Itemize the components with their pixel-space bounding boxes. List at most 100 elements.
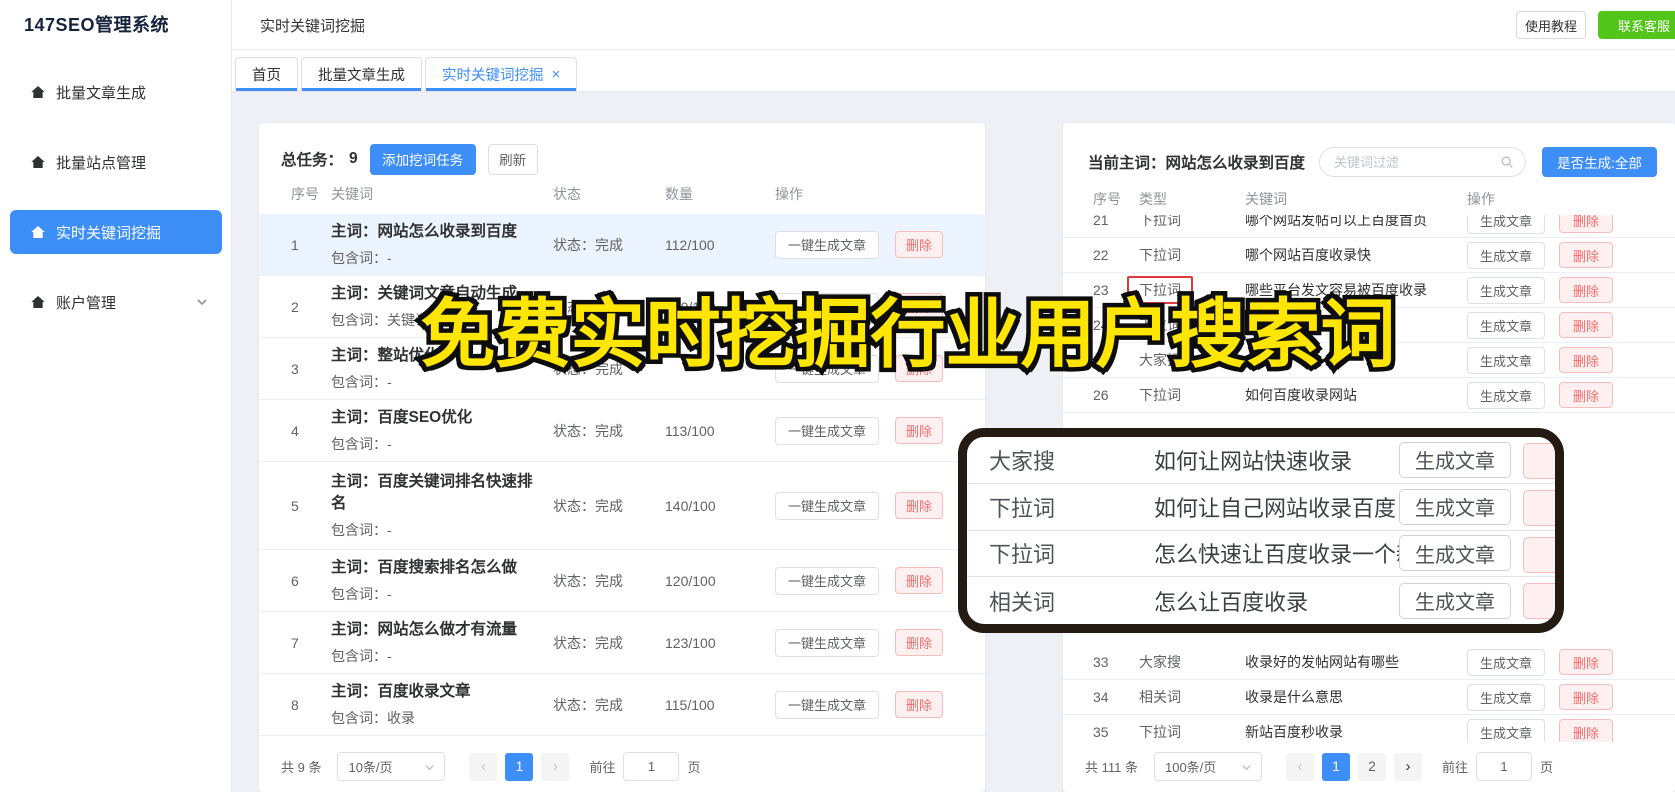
table-row[interactable]: 26 下拉词 如何百度收录网站 生成文章 删除 <box>1063 378 1675 413</box>
home-icon <box>31 296 45 308</box>
row-index: 34 <box>1093 689 1109 705</box>
generate-article-button[interactable]: 一键生成文章 <box>775 491 879 520</box>
generate-article-button[interactable]: 生成文章 <box>1467 346 1545 374</box>
prev-page-button[interactable]: ‹ <box>469 752 498 781</box>
generate-article-button[interactable]: 生成文章 <box>1467 648 1545 676</box>
keyword-filter-input[interactable] <box>1319 147 1526 177</box>
generate-article-button[interactable]: 一键生成文章 <box>775 416 879 445</box>
add-task-button[interactable]: 添加挖词任务 <box>369 143 476 175</box>
delete-button[interactable]: 删除 <box>1559 382 1613 408</box>
delete-button[interactable]: 删除 <box>895 567 943 594</box>
sidebar-item-batch-articles[interactable]: 批量文章生成 <box>10 70 222 114</box>
pagination-total: 共 111 条 <box>1085 760 1138 775</box>
delete-button[interactable]: 删除 <box>1559 277 1613 303</box>
delete-button[interactable]: 删除 <box>1559 649 1613 675</box>
generate-article-button[interactable]: 生成文章 <box>1399 582 1511 619</box>
prev-page-button[interactable]: ‹ <box>1285 752 1314 781</box>
page-size-select[interactable]: 10条/页 <box>337 752 446 781</box>
table-row[interactable]: 5 主词：百度关键词排名快速排名 包含词：- 状态：完成 140/100 一键生成… <box>259 462 985 550</box>
task-title: 主词：百度收录文章 <box>331 683 471 700</box>
delete-button[interactable]: 删除 <box>1559 347 1613 373</box>
keyword-type: 下拉词 <box>1139 387 1181 403</box>
keywords-table-header: 序号 类型 关键词 操作 <box>1063 186 1675 212</box>
generate-article-button[interactable]: 生成文章 <box>1467 241 1545 269</box>
sidebar-item-batch-sites[interactable]: 批量站点管理 <box>10 140 222 184</box>
generate-article-button[interactable]: 一键生成文章 <box>775 628 879 657</box>
table-row[interactable]: 33 大家搜 收录好的发帖网站有哪些 生成文章 删除 <box>1063 645 1675 680</box>
keyword-text: 收录好的发帖网站有哪些 <box>1245 654 1399 670</box>
tutorial-button[interactable]: 使用教程 <box>1516 11 1586 39</box>
row-index: 7 <box>291 634 299 651</box>
sidebar-item-label: 批量文章生成 <box>56 84 147 102</box>
task-subtitle: 包含词：- <box>331 436 392 452</box>
close-tab-icon[interactable]: × <box>552 66 561 83</box>
tab-keyword-mining[interactable]: 实时关键词挖掘 × <box>425 57 578 91</box>
refresh-button[interactable]: 刷新 <box>487 143 538 175</box>
delete-button[interactable]: 删除 <box>895 691 943 718</box>
task-subtitle: 包含词：- <box>331 522 392 538</box>
contact-support-button[interactable]: 联系客服 <box>1598 11 1675 39</box>
row-index: 35 <box>1093 724 1109 740</box>
col-ops: 操作 <box>1467 191 1495 207</box>
table-row[interactable]: 35 下拉词 新站百度秒收录 生成文章 删除 <box>1063 715 1675 742</box>
delete-button-clipped[interactable] <box>1523 536 1555 573</box>
goto-page-input[interactable] <box>1476 752 1532 781</box>
table-row[interactable]: 4 主词：百度SEO优化 包含词：- 状态：完成 113/100 一键生成文章 删除 <box>259 400 985 462</box>
generate-filter-button[interactable]: 是否生成:全部 <box>1542 147 1657 177</box>
sidebar-item-account[interactable]: 账户管理 <box>10 280 222 324</box>
table-row[interactable]: 8 主词：百度收录文章 包含词：收录 状态：完成 115/100 一键生成文章 删除 <box>259 674 985 736</box>
current-keyword-label: 当前主词：网站怎么收录到百度 <box>1088 155 1306 172</box>
generate-article-button[interactable]: 生成文章 <box>1467 381 1545 409</box>
delete-button-clipped[interactable] <box>1523 443 1555 479</box>
page-unit-label: 页 <box>1540 760 1554 775</box>
table-row[interactable]: 34 相关词 收录是什么意思 生成文章 删除 <box>1063 680 1675 715</box>
generate-article-button[interactable]: 生成文章 <box>1467 311 1545 339</box>
generate-article-button[interactable]: 生成文章 <box>1467 683 1545 711</box>
table-row[interactable]: 7 主词：网站怎么做才有流量 包含词：- 状态：完成 123/100 一键生成文章… <box>259 612 985 674</box>
generate-article-button[interactable]: 生成文章 <box>1467 276 1545 304</box>
generate-article-button[interactable]: 一键生成文章 <box>775 566 879 595</box>
delete-button[interactable]: 删除 <box>895 231 943 258</box>
delete-button[interactable]: 删除 <box>1559 312 1613 338</box>
delete-button[interactable]: 删除 <box>1559 684 1613 710</box>
task-title: 主词：网站怎么做才有流量 <box>331 621 518 638</box>
delete-button[interactable]: 删除 <box>1559 242 1613 268</box>
page-number-1[interactable]: 1 <box>505 752 534 781</box>
page-number-2[interactable]: 2 <box>1357 752 1386 781</box>
generate-article-button[interactable]: 生成文章 <box>1399 488 1511 525</box>
delete-button-clipped[interactable] <box>1523 489 1555 526</box>
task-count: 140/100 <box>665 497 716 514</box>
generate-article-button[interactable]: 生成文章 <box>1467 215 1545 234</box>
tab-label: 首页 <box>252 67 281 84</box>
sidebar-item-keyword-mining[interactable]: 实时关键词挖掘 <box>10 210 222 254</box>
generate-article-button[interactable]: 生成文章 <box>1399 535 1511 572</box>
delete-button-clipped[interactable] <box>1523 583 1555 620</box>
delete-button[interactable]: 删除 <box>1559 215 1613 233</box>
page-unit-label: 页 <box>687 760 701 775</box>
table-row[interactable]: 21 下拉词 哪个网站发帖可以上百度首页 生成文章 删除 <box>1063 215 1675 238</box>
generate-article-button[interactable]: 生成文章 <box>1467 718 1545 742</box>
delete-button[interactable]: 删除 <box>1559 719 1613 742</box>
row-index: 1 <box>291 236 299 253</box>
page-size-select[interactable]: 100条/页 <box>1153 752 1262 781</box>
generate-article-button[interactable]: 一键生成文章 <box>775 230 879 259</box>
delete-button[interactable]: 删除 <box>895 629 943 656</box>
col-ops: 操作 <box>775 186 803 202</box>
table-row[interactable]: 6 主词：百度搜索排名怎么做 包含词：- 状态：完成 120/100 一键生成文章… <box>259 550 985 612</box>
table-row[interactable]: 22 下拉词 哪个网站百度收录快 生成文章 删除 <box>1063 238 1675 273</box>
generate-article-button[interactable]: 一键生成文章 <box>775 690 879 719</box>
goto-page-input[interactable] <box>623 752 680 781</box>
next-page-button[interactable]: › <box>1393 752 1422 781</box>
tab-batch-articles[interactable]: 批量文章生成 <box>301 57 422 91</box>
col-index: 序号 <box>1093 191 1121 207</box>
tab-home[interactable]: 首页 <box>235 57 298 91</box>
page-number-1[interactable]: 1 <box>1321 752 1350 781</box>
keyword-type: 大家搜 <box>1139 654 1181 670</box>
delete-button[interactable]: 删除 <box>895 492 943 519</box>
table-row[interactable]: 1 主词：网站怎么收录到百度 包含词：- 状态：完成 112/100 一键生成文章… <box>259 214 985 276</box>
generate-article-button[interactable]: 生成文章 <box>1399 441 1511 478</box>
next-page-button[interactable]: › <box>541 752 570 781</box>
app-logo: 147SEO管理系统 <box>24 15 170 35</box>
row-index: 5 <box>291 497 299 514</box>
delete-button[interactable]: 删除 <box>895 417 943 444</box>
